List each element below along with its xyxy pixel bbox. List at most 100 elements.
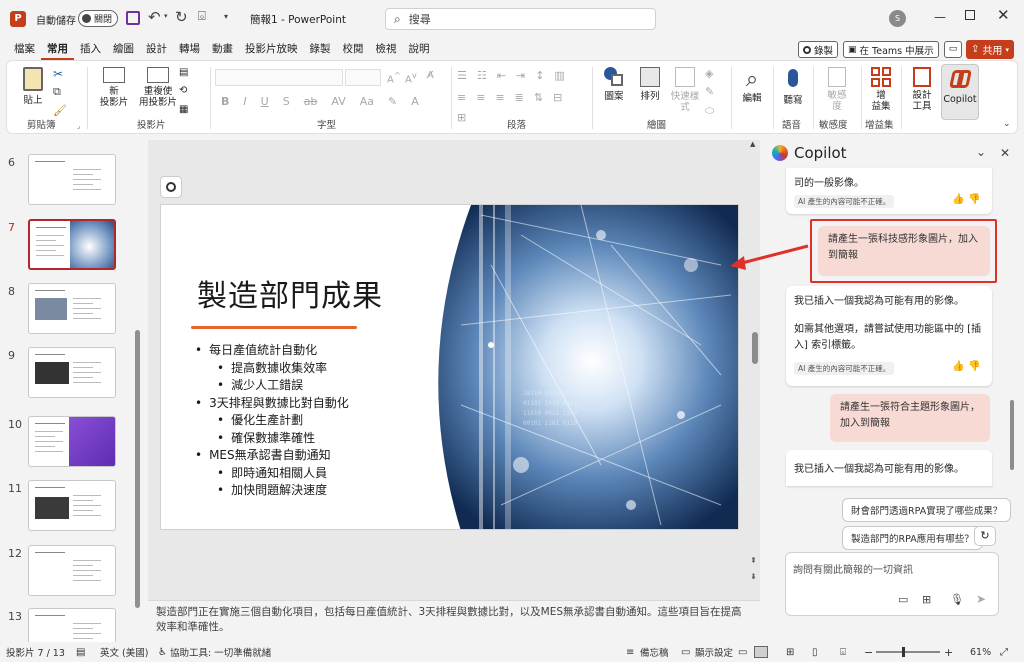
font-size-select[interactable]: [345, 69, 381, 86]
dialog-launcher-icon[interactable]: ⌟: [77, 122, 80, 130]
close-icon[interactable]: ✕: [997, 6, 1010, 24]
char-spacing-icon[interactable]: AV: [331, 95, 345, 108]
slide-thumbnail[interactable]: [28, 347, 116, 398]
strikethrough-icon[interactable]: S: [283, 95, 290, 108]
bold-icon[interactable]: B: [221, 95, 229, 108]
tab-8[interactable]: 錄製: [304, 38, 337, 60]
dictate-button[interactable]: 聽寫: [777, 67, 809, 106]
undo-icon[interactable]: ↶: [148, 8, 161, 26]
scroll-up-icon[interactable]: ▲: [750, 140, 755, 148]
thumbs-down-icon[interactable]: 👎: [968, 194, 980, 205]
shapes-button[interactable]: 圖案: [597, 67, 631, 102]
paste-button[interactable]: 貼上: [15, 67, 51, 106]
copilot-input-box[interactable]: 詢問有關此簡報的一切資訊 ▭ ⊞ 🎙 ➤: [785, 552, 999, 616]
thumbnail-scrollbar[interactable]: [135, 330, 140, 608]
thumbs-up-icon[interactable]: 👍: [952, 194, 964, 205]
notes-button[interactable]: 備忘稿: [640, 645, 669, 659]
zoom-slider[interactable]: [876, 647, 940, 657]
font-name-select[interactable]: [215, 69, 343, 86]
designer-button[interactable]: 設計 工具: [905, 67, 939, 112]
numbering-icon[interactable]: ☷: [477, 69, 487, 82]
tab-10[interactable]: 檢視: [370, 38, 403, 60]
tab-2[interactable]: 插入: [74, 38, 107, 60]
italic-icon[interactable]: I: [243, 95, 246, 108]
tab-11[interactable]: 說明: [403, 38, 436, 60]
send-icon[interactable]: ➤: [976, 592, 986, 606]
sensitivity-button[interactable]: 敏感 度: [817, 67, 857, 112]
zoom-out-icon[interactable]: −: [864, 646, 873, 659]
section-icon[interactable]: ▦: [179, 104, 188, 115]
fill-icon[interactable]: ◈: [705, 67, 713, 80]
copy-icon[interactable]: ⧉: [53, 85, 61, 99]
display-settings-button[interactable]: 顯示設定: [695, 645, 733, 659]
speaker-notes[interactable]: 製造部門正在實施三個自動化項目，包括每日產值統計、3天排程與數據比對，以及MES…: [148, 600, 760, 642]
font-color-icon[interactable]: A: [411, 95, 419, 108]
prev-slide-icon[interactable]: ⇞: [750, 556, 757, 565]
align-center-icon[interactable]: ≡: [476, 91, 485, 104]
customize-qat-icon[interactable]: ▾: [224, 12, 228, 21]
decrease-indent-icon[interactable]: ⇤: [497, 69, 506, 82]
tab-5[interactable]: 轉場: [173, 38, 206, 60]
copilot-button[interactable]: Copilot: [941, 64, 979, 120]
shrink-font-icon[interactable]: Av: [405, 70, 417, 85]
slide-thumbnail[interactable]: [28, 219, 116, 270]
slide-thumbnail[interactable]: [28, 283, 116, 334]
search-box[interactable]: ⌕ 搜尋: [385, 8, 656, 30]
reuse-slides-button[interactable]: 重複使 用投影片: [137, 67, 179, 108]
slide-title[interactable]: 製造部門成果: [197, 271, 383, 315]
quick-styles-button[interactable]: 快速樣 式: [667, 67, 703, 113]
suggestion-button-2[interactable]: 製造部門的RPA應用有哪些？: [842, 526, 983, 550]
slide-position[interactable]: 投影片 7 / 13: [6, 645, 65, 659]
align-left-icon[interactable]: ≡: [457, 91, 466, 104]
align-text-icon[interactable]: ⊟: [553, 91, 562, 104]
highlight-icon[interactable]: ✎: [388, 95, 397, 108]
effects-icon[interactable]: ⬭: [705, 104, 714, 118]
layout-icon[interactable]: ▤: [179, 67, 188, 78]
thumbs-up-icon[interactable]: 👍: [952, 361, 964, 372]
maximize-icon[interactable]: [965, 10, 975, 20]
chevron-down-icon[interactable]: ⌄: [976, 145, 986, 159]
refresh-suggestions-icon[interactable]: ↻: [974, 526, 996, 546]
prompt-library-icon[interactable]: ▭: [898, 593, 908, 606]
save-icon[interactable]: [126, 11, 140, 25]
slide-thumbnail[interactable]: [28, 416, 116, 467]
close-pane-icon[interactable]: ✕: [1000, 146, 1010, 160]
fit-slide-icon[interactable]: ⤢: [1000, 647, 1008, 658]
addins-button[interactable]: 增 益集: [865, 67, 897, 112]
redo-icon[interactable]: ↻: [175, 8, 188, 26]
bullets-icon[interactable]: ☰: [457, 69, 467, 82]
align-right-icon[interactable]: ≡: [495, 91, 504, 104]
thumbs-down-icon[interactable]: 👎: [968, 361, 980, 372]
outline-icon[interactable]: ✎: [705, 85, 714, 98]
suggestion-button-1[interactable]: 財會部門透過RPA實現了哪些成果？: [842, 498, 1012, 522]
microphone-icon[interactable]: 🎙: [950, 593, 964, 606]
tab-0[interactable]: 檔案: [8, 38, 41, 60]
slide-thumbnail[interactable]: [28, 480, 116, 531]
reading-view-icon[interactable]: ▯: [812, 647, 818, 658]
clear-format-icon[interactable]: A̸: [427, 70, 434, 81]
comments-icon[interactable]: ▭: [944, 41, 962, 58]
next-slide-icon[interactable]: ⇟: [750, 572, 757, 581]
smartart-icon[interactable]: ⊞: [457, 111, 466, 124]
line-spacing-icon[interactable]: ↕: [535, 69, 544, 82]
zoom-thumb[interactable]: [902, 647, 905, 657]
ribbon-collapse-icon[interactable]: ⌄: [1003, 119, 1011, 129]
columns-icon[interactable]: ▥: [554, 69, 564, 82]
designer-float-icon[interactable]: [160, 176, 182, 198]
avatar[interactable]: S: [889, 10, 906, 27]
autosave-toggle[interactable]: 關閉: [78, 10, 118, 27]
slide-sorter-icon[interactable]: ⊞: [786, 647, 794, 658]
shadow-icon[interactable]: ab: [304, 95, 318, 108]
reset-icon[interactable]: ⟲: [179, 85, 187, 96]
record-button[interactable]: 錄製: [798, 41, 839, 58]
arrange-button[interactable]: 排列: [633, 67, 667, 102]
comments-icon[interactable]: ▭: [738, 647, 747, 658]
tab-7[interactable]: 投影片放映: [239, 38, 304, 60]
text-direction-icon[interactable]: ⇅: [534, 91, 543, 104]
format-painter-icon[interactable]: 🖌: [53, 104, 67, 117]
normal-view-icon[interactable]: [754, 646, 768, 658]
increase-indent-icon[interactable]: ⇥: [516, 69, 525, 82]
slide-thumbnail[interactable]: [28, 154, 116, 205]
new-slide-button[interactable]: 新 投影片: [93, 67, 135, 108]
minimize-icon[interactable]: —: [934, 10, 946, 24]
